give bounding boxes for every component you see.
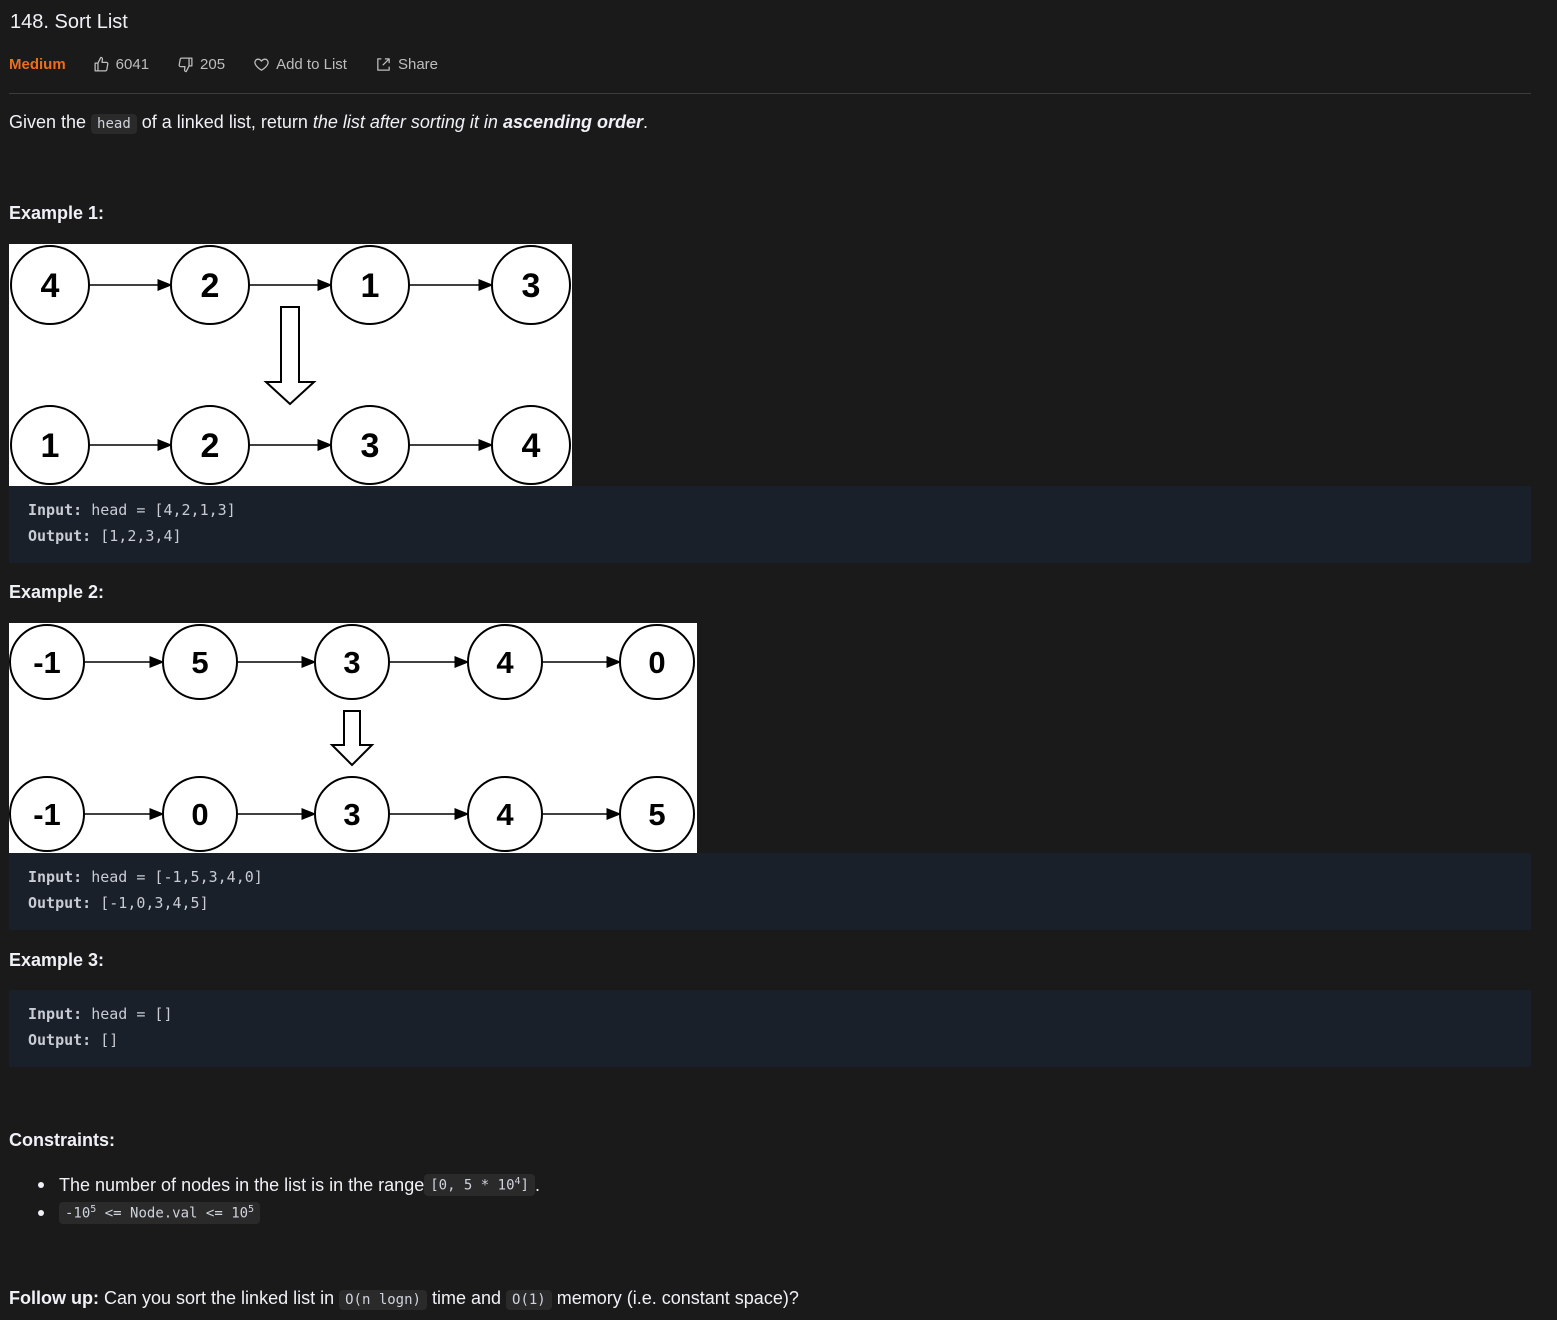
desc-bold-italic: ascending order [502, 112, 643, 132]
add-to-list-label: Add to List [276, 55, 347, 73]
example-1-diagram: 4 2 1 3 1 2 3 4 [9, 244, 572, 486]
example-2-before-node-label: 4 [496, 645, 514, 680]
down-arrow-icon [263, 306, 317, 406]
example-2-after-node-label: 0 [191, 797, 208, 832]
example-1-after-node-label: 3 [361, 427, 380, 465]
follow-up-code-a: O(n logn) [339, 1290, 427, 1310]
thumbs-down-icon [178, 56, 193, 72]
example-2-before-node-label: 0 [648, 645, 665, 680]
example-3-output-value: [] [91, 1031, 119, 1049]
example-1-input-value: head = [4,2,1,3] [82, 501, 236, 519]
follow-up-text-a: Can you sort the linked list in [98, 1288, 340, 1308]
example-1-output-value: [1,2,3,4] [91, 527, 182, 545]
constraint-1-text: The number of nodes in the list is in th… [59, 1174, 425, 1195]
example-2-before-node-label: 3 [343, 645, 360, 680]
constraint-1-code: [0, 5 * 104] [424, 1174, 535, 1196]
example-1-heading: Example 1: [9, 203, 105, 223]
like-count: 6041 [115, 55, 150, 73]
example-1-before-node-label: 3 [522, 267, 541, 305]
bullet-dot [38, 1182, 44, 1188]
problem-title: 148. Sort List [10, 11, 128, 33]
desc-prefix: Given the [9, 112, 92, 132]
example-2-heading: Example 2: [9, 582, 105, 602]
follow-up-label: Follow up: [9, 1288, 99, 1308]
example-2-after-node-label: -1 [33, 797, 61, 832]
example-1-io-block: Input: head = [4,2,1,3] Output: [1,2,3,4… [9, 486, 1531, 563]
example-3-input-value: head = [] [82, 1005, 173, 1023]
constraint-2-code: -105 <= Node.val <= 105 [59, 1202, 261, 1224]
constraints-list: The number of nodes in the list is in th… [38, 1171, 540, 1227]
follow-up-text-b: time and [426, 1288, 507, 1308]
constraints-heading: Constraints: [9, 1130, 116, 1150]
share-label: Share [397, 55, 438, 73]
constraint-item: The number of nodes in the list is in th… [38, 1171, 540, 1199]
example-2-diagram: -1 5 3 4 0 -1 0 3 4 5 [9, 623, 697, 853]
example-1-before-node-label: 2 [201, 267, 220, 305]
share-button[interactable]: Share [375, 56, 438, 73]
example-1-before-node-label: 4 [41, 267, 60, 305]
difficulty-badge: Medium [9, 55, 66, 73]
example-2-output-value: [-1,0,3,4,5] [91, 894, 209, 912]
constraint-item: -105 <= Node.val <= 105 [38, 1199, 540, 1227]
example-1-after-node-label: 2 [201, 427, 220, 465]
like-button[interactable]: 6041 [93, 56, 149, 73]
example-3-input-label: Input: [28, 1005, 83, 1023]
example-2-io-block: Input: head = [-1,5,3,4,0] Output: [-1,0… [9, 853, 1531, 930]
example-2-input-label: Input: [28, 868, 83, 886]
follow-up-code-b: O(1) [506, 1290, 552, 1310]
follow-up: Follow up: Can you sort the linked list … [9, 1288, 799, 1310]
problem-description: Given the head of a linked list, return … [9, 112, 649, 134]
example-2-after-node-label: 4 [496, 797, 514, 832]
example-2-before-node-label: -1 [33, 645, 61, 680]
share-icon [377, 57, 390, 71]
header-divider [9, 93, 1531, 94]
bullet-dot [38, 1210, 44, 1216]
example-1-before-node-label: 1 [361, 267, 380, 305]
thumbs-up-icon [94, 56, 109, 72]
desc-suffix: . [643, 112, 649, 132]
example-3-heading: Example 3: [9, 950, 105, 970]
example-2-after-node-label: 5 [648, 797, 665, 832]
dislike-button[interactable]: 205 [177, 56, 225, 73]
example-2-before-node-label: 5 [191, 645, 208, 680]
desc-code-head: head [91, 114, 137, 134]
problem-meta-bar: Medium 6041 205 Add to List Share [9, 52, 466, 76]
example-3-io-block: Input: head = [] Output: [] [9, 990, 1531, 1067]
example-3-output-label: Output: [28, 1031, 92, 1049]
down-arrow-icon [329, 710, 375, 767]
example-1-after-node-label: 1 [41, 427, 60, 465]
example-1-output-label: Output: [28, 527, 92, 545]
example-1-after-node-label: 4 [522, 427, 541, 465]
example-2-after-node-label: 3 [343, 797, 360, 832]
follow-up-text-c: memory (i.e. constant space)? [551, 1288, 799, 1308]
dislike-count: 205 [200, 55, 226, 73]
add-to-list-button[interactable]: Add to List [253, 56, 347, 73]
example-2-output-label: Output: [28, 894, 92, 912]
desc-italic: the list after sorting it in [312, 112, 503, 132]
constraint-1-suffix: . [534, 1174, 540, 1195]
desc-middle: of a linked list, return [136, 112, 313, 132]
heart-icon [254, 58, 269, 71]
example-2-input-value: head = [-1,5,3,4,0] [82, 868, 263, 886]
example-1-input-label: Input: [28, 501, 83, 519]
